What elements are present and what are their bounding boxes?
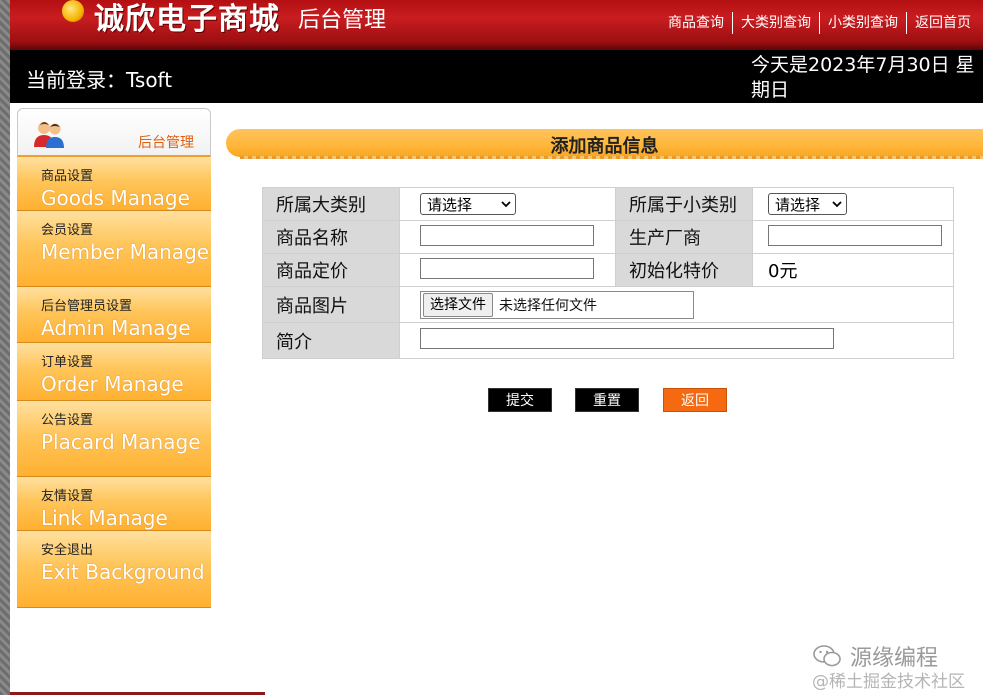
sidebar-link-exit[interactable]: Exit Background [41, 559, 211, 586]
file-status-text: 未选择任何文件 [499, 297, 597, 314]
sidebar: 后台管理 商品设置 Goods Manage 会员设置 Member Manag… [17, 108, 211, 608]
sidebar-category-label: 友情设置 [41, 489, 94, 504]
users-icon [34, 122, 64, 148]
section-title-bar: 添加商品信息 [226, 129, 983, 161]
sidebar-category-label: 商品设置 [41, 169, 94, 184]
big-category-select[interactable]: 请选择 [420, 193, 516, 215]
sidebar-category-label: 会员设置 [41, 223, 94, 238]
sidebar-group-link: 友情设置 Link Manage [17, 477, 211, 531]
image-file-input[interactable]: 选择文件 未选择任何文件 [420, 290, 694, 319]
chevron-down-icon [832, 200, 842, 207]
nav-small-category-query[interactable]: 小类别查询 [819, 12, 906, 34]
intro-label: 简介 [262, 322, 400, 359]
top-nav: 商品查询 大类别查询 小类别查询 返回首页 [660, 12, 979, 34]
small-category-label: 所属于小类别 [615, 187, 753, 221]
intro-input[interactable] [420, 328, 834, 349]
sidebar-header-label: 后台管理 [138, 135, 194, 151]
special-price-value: 0元 [752, 253, 954, 287]
header-banner: 诚欣电子商城 后台管理 商品查询 大类别查询 小类别查询 返回首页 [10, 0, 983, 50]
sidebar-category-label: 公告设置 [41, 413, 94, 428]
price-input[interactable] [420, 257, 594, 279]
small-category-select[interactable]: 请选择 [768, 193, 847, 215]
page: 诚欣电子商城 后台管理 商品查询 大类别查询 小类别查询 返回首页 当前登录：T… [0, 0, 983, 695]
form-row: 商品名称 生产厂商 [262, 220, 954, 254]
goods-name-label: 商品名称 [262, 220, 400, 254]
sidebar-header: 后台管理 [17, 108, 211, 157]
price-label: 商品定价 [262, 253, 400, 287]
form-row: 简介 [262, 322, 954, 359]
reset-button[interactable]: 重置 [575, 388, 639, 412]
sidebar-group-order: 订单设置 Order Manage [17, 343, 211, 401]
sidebar-link-link-manage[interactable]: Link Manage [41, 505, 211, 530]
page-title: 添加商品信息 [550, 136, 659, 157]
info-bar: 当前登录：Tsoft 今天是2023年7月30日 星期日 [10, 50, 983, 103]
nav-home[interactable]: 返回首页 [906, 12, 979, 34]
site-logo-subtitle: 后台管理 [298, 8, 387, 33]
form-row: 商品图片 选择文件 未选择任何文件 [262, 286, 954, 323]
sidebar-link-placard-manage[interactable]: Placard Manage [41, 429, 211, 456]
nav-goods-query[interactable]: 商品查询 [660, 12, 732, 34]
sidebar-link-admin-manage[interactable]: Admin Manage [41, 315, 211, 342]
sidebar-category-label: 安全退出 [41, 543, 94, 558]
current-date: 今天是2023年7月30日 星期日 [751, 54, 975, 101]
sidebar-link-order-manage[interactable]: Order Manage [41, 371, 211, 398]
back-button[interactable]: 返回 [663, 388, 727, 412]
choose-file-button[interactable]: 选择文件 [423, 292, 493, 317]
current-login: 当前登录：Tsoft [26, 68, 173, 92]
special-price-label: 初始化特价 [615, 253, 753, 287]
sidebar-group-member: 会员设置 Member Manage [17, 211, 211, 287]
form-row: 所属大类别 请选择 所属于小类别 请选择 [262, 187, 954, 221]
sidebar-group-placard: 公告设置 Placard Manage [17, 401, 211, 477]
sidebar-group-goods: 商品设置 Goods Manage [17, 157, 211, 211]
window-edge [0, 0, 10, 695]
maker-input[interactable] [768, 224, 942, 246]
maker-label: 生产厂商 [615, 220, 753, 254]
nav-big-category-query[interactable]: 大类别查询 [732, 12, 819, 34]
site-logo-title: 诚欣电子商城 [94, 2, 280, 37]
submit-button[interactable]: 提交 [488, 388, 552, 412]
goods-name-input[interactable] [420, 224, 594, 246]
sidebar-category-label: 后台管理员设置 [41, 299, 133, 314]
chevron-down-icon [501, 200, 511, 207]
image-label: 商品图片 [262, 286, 400, 323]
wechat-icon [813, 645, 841, 667]
sidebar-category-label: 订单设置 [41, 355, 94, 370]
sidebar-group-admin: 后台管理员设置 Admin Manage [17, 287, 211, 343]
sidebar-link-member-manage[interactable]: Member Manage [41, 239, 211, 266]
big-category-label: 所属大类别 [262, 187, 400, 221]
watermark-site: @稀土掘金技术社区 [812, 672, 965, 692]
logo-icon [62, 0, 84, 22]
sidebar-group-exit: 安全退出 Exit Background [17, 531, 211, 608]
sidebar-link-goods-manage[interactable]: Goods Manage [41, 185, 211, 210]
form-row: 商品定价 初始化特价 0元 [262, 253, 954, 287]
add-goods-form: 所属大类别 请选择 所属于小类别 请选择 商品名称 生产厂商 商品定价 初始化特… [262, 187, 954, 359]
